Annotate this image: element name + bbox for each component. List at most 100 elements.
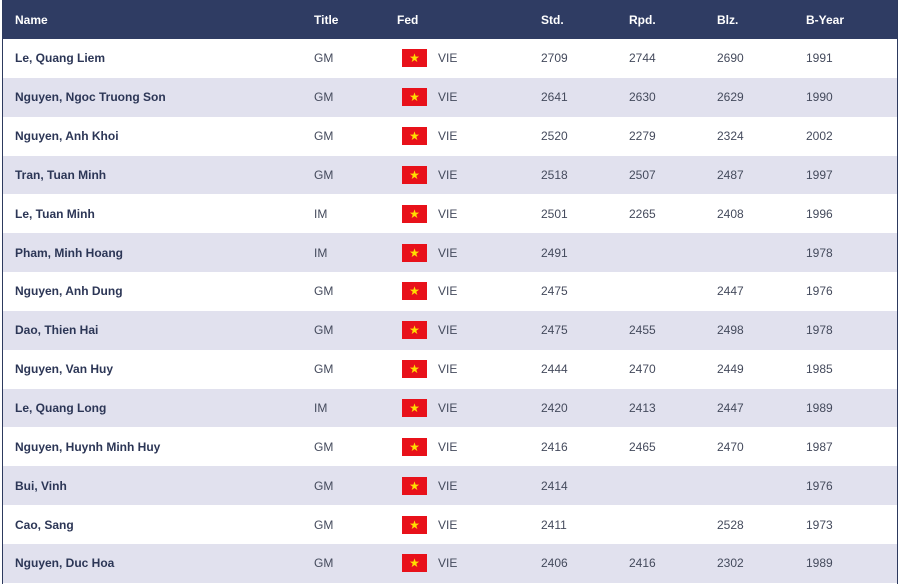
federation-code: VIE bbox=[438, 167, 458, 182]
birth-year: 1978 bbox=[806, 245, 833, 260]
standard-rating: 2709 bbox=[541, 51, 568, 66]
federation: ★ VIE bbox=[397, 127, 541, 146]
standard-rating: 2414 bbox=[541, 478, 568, 493]
rapid-rating bbox=[629, 466, 717, 505]
federation-code: VIE bbox=[438, 478, 458, 493]
standard-rating: 2641 bbox=[541, 90, 568, 105]
federation-code: VIE bbox=[438, 401, 458, 416]
player-name-link[interactable]: Le, Quang Long bbox=[3, 389, 314, 428]
vietnam-flag-icon: ★ bbox=[402, 554, 427, 573]
table-row: Nguyen, Duc Hoa GM ★ VIE 2406 2416 2302 1989 bbox=[3, 543, 897, 583]
birth-year: 1997 bbox=[806, 167, 833, 182]
table-row: Nguyen, Huynh Minh Huy GM ★ VIE 2416 2465 2470… bbox=[3, 427, 897, 467]
federation: ★ VIE bbox=[397, 243, 541, 262]
player-name-link[interactable]: Dao, Thien Hai bbox=[3, 311, 314, 350]
table-row: Nguyen, Ngoc Truong Son GM ★ VIE 2641 2630 262… bbox=[3, 77, 897, 117]
header-blz[interactable]: Blz. bbox=[717, 0, 806, 39]
table-row: Le, Quang Long IM ★ VIE 2420 2413 2447 1989 bbox=[3, 388, 897, 428]
vietnam-flag-icon: ★ bbox=[402, 49, 427, 68]
player-name-link[interactable]: Pham, Minh Hoang bbox=[3, 233, 314, 272]
blitz-rating: 2498 bbox=[717, 323, 744, 338]
standard-rating: 2518 bbox=[541, 167, 568, 182]
vietnam-flag-icon: ★ bbox=[402, 243, 427, 262]
federation-code: VIE bbox=[438, 517, 458, 532]
standard-rating: 2475 bbox=[541, 323, 568, 338]
vietnam-flag-icon: ★ bbox=[402, 515, 427, 534]
federation: ★ VIE bbox=[397, 282, 541, 301]
standard-rating: 2411 bbox=[541, 517, 567, 532]
blitz-rating: 2408 bbox=[717, 206, 744, 221]
header-rpd[interactable]: Rpd. bbox=[629, 0, 717, 39]
header-title[interactable]: Title bbox=[314, 0, 397, 39]
table-row: Nguyen, Anh Khoi GM ★ VIE 2520 2279 2324 2002 bbox=[3, 116, 897, 156]
table-body: Le, Quang Liem GM ★ VIE 2709 2744 2690 1991 Nguy… bbox=[3, 39, 897, 583]
vietnam-flag-icon: ★ bbox=[402, 204, 427, 223]
federation: ★ VIE bbox=[397, 321, 541, 340]
federation: ★ VIE bbox=[397, 554, 541, 573]
ratings-table: Name Title Fed Std. Rpd. Blz. B-Year Le,… bbox=[3, 0, 897, 583]
blitz-rating: 2528 bbox=[717, 517, 744, 532]
rapid-rating bbox=[629, 505, 717, 544]
blitz-rating: 2447 bbox=[717, 284, 744, 299]
federation-code: VIE bbox=[438, 51, 458, 66]
player-name-link[interactable]: Bui, Vinh bbox=[3, 466, 314, 505]
player-name-link[interactable]: Le, Quang Liem bbox=[3, 39, 314, 78]
blitz-rating: 2302 bbox=[717, 556, 744, 571]
player-name-link[interactable]: Nguyen, Anh Khoi bbox=[3, 117, 314, 156]
federation-cell: ★ VIE bbox=[397, 505, 541, 544]
birth-year: 1989 bbox=[806, 401, 833, 416]
player-name-link[interactable]: Tran, Tuan Minh bbox=[3, 156, 314, 195]
federation-code: VIE bbox=[438, 245, 458, 260]
birth-year: 1987 bbox=[806, 439, 833, 454]
ratings-table-frame: Name Title Fed Std. Rpd. Blz. B-Year Le,… bbox=[2, 0, 898, 584]
rapid-rating: 2744 bbox=[629, 51, 656, 66]
player-title: GM bbox=[314, 323, 334, 338]
player-name-link[interactable]: Nguyen, Anh Dung bbox=[3, 272, 314, 311]
header-name[interactable]: Name bbox=[3, 0, 314, 39]
rapid-rating: 2470 bbox=[629, 362, 656, 377]
birth-year: 1978 bbox=[806, 323, 833, 338]
federation: ★ VIE bbox=[397, 204, 541, 223]
table-row: Cao, Sang GM ★ VIE 2411 2528 1973 bbox=[3, 505, 897, 544]
federation: ★ VIE bbox=[397, 437, 541, 456]
birth-year: 1996 bbox=[806, 206, 833, 221]
federation-code: VIE bbox=[438, 323, 458, 338]
blitz-rating bbox=[717, 233, 806, 272]
standard-rating: 2406 bbox=[541, 556, 568, 571]
blitz-rating: 2447 bbox=[717, 401, 744, 416]
standard-rating: 2491 bbox=[541, 245, 568, 260]
federation-cell: ★ VIE bbox=[397, 272, 541, 311]
blitz-rating: 2449 bbox=[717, 362, 744, 377]
player-name-link[interactable]: Nguyen, Van Huy bbox=[3, 350, 314, 389]
player-name-link[interactable]: Nguyen, Huynh Minh Huy bbox=[3, 427, 314, 466]
federation-cell: ★ VIE bbox=[397, 427, 541, 466]
rapid-rating: 2507 bbox=[629, 167, 656, 182]
rapid-rating: 2630 bbox=[629, 90, 656, 105]
player-name-link[interactable]: Nguyen, Duc Hoa bbox=[3, 544, 314, 583]
table-header: Name Title Fed Std. Rpd. Blz. B-Year bbox=[3, 0, 897, 39]
player-name-link[interactable]: Le, Tuan Minh bbox=[3, 194, 314, 233]
federation-code: VIE bbox=[438, 284, 458, 299]
rapid-rating: 2416 bbox=[629, 556, 656, 571]
federation-code: VIE bbox=[438, 439, 458, 454]
player-title: GM bbox=[314, 51, 334, 66]
player-title: GM bbox=[314, 362, 334, 377]
federation-cell: ★ VIE bbox=[397, 117, 541, 156]
federation-cell: ★ VIE bbox=[397, 544, 541, 583]
header-std[interactable]: Std. bbox=[541, 0, 629, 39]
header-fed[interactable]: Fed bbox=[397, 0, 541, 39]
standard-rating: 2501 bbox=[541, 206, 568, 221]
table-row: Tran, Tuan Minh GM ★ VIE 2518 2507 2487 1997 bbox=[3, 155, 897, 195]
federation: ★ VIE bbox=[397, 360, 541, 379]
player-name-link[interactable]: Nguyen, Ngoc Truong Son bbox=[3, 78, 314, 117]
header-byear[interactable]: B-Year bbox=[806, 0, 897, 39]
table-row: Le, Quang Liem GM ★ VIE 2709 2744 2690 1991 bbox=[3, 39, 897, 78]
player-name-link[interactable]: Cao, Sang bbox=[3, 505, 314, 544]
birth-year: 1989 bbox=[806, 556, 833, 571]
rapid-rating bbox=[629, 272, 717, 311]
player-title: GM bbox=[314, 284, 334, 299]
player-title: GM bbox=[314, 129, 334, 144]
federation-cell: ★ VIE bbox=[397, 194, 541, 233]
table-row: Nguyen, Anh Dung GM ★ VIE 2475 2447 1976 bbox=[3, 272, 897, 311]
vietnam-flag-icon: ★ bbox=[402, 88, 427, 107]
